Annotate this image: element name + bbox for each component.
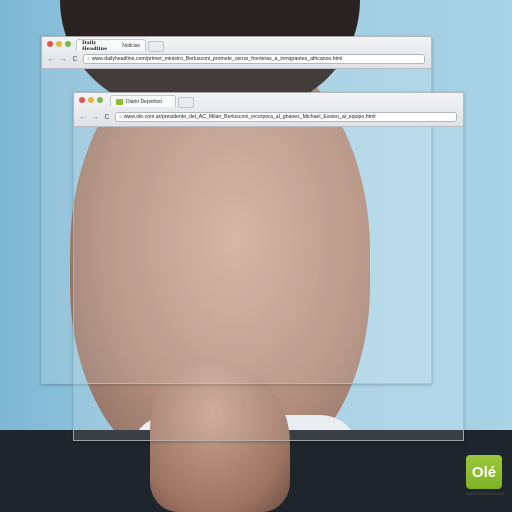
tab-strip: Daily Headline Noticias <box>42 37 431 52</box>
reload-icon[interactable]: C <box>71 56 79 63</box>
tab-diario-deportivo[interactable]: Diario Deportivo <box>110 95 176 107</box>
ole-logo: Olé <box>466 455 502 489</box>
magnifier-icon: ⌕ <box>87 56 90 62</box>
address-bar[interactable]: ⌕ www.ole.com.ar/presidente_del_AC_Milan… <box>115 112 457 122</box>
close-window-button[interactable] <box>47 41 53 47</box>
back-arrow-icon[interactable]: ← <box>79 114 87 121</box>
ole-favicon-icon <box>116 98 123 105</box>
browser-chrome: Diario Deportivo ← → C ⌕ www.ole.com.ar/… <box>74 93 463 127</box>
tab-label: Diario Deportivo <box>126 98 162 105</box>
address-bar[interactable]: ⌕ www.dailyheadline.com/primer_ministro_… <box>83 54 425 64</box>
url-text: www.dailyheadline.com/primer_ministro_Be… <box>91 56 343 62</box>
browser-window-front[interactable]: Diario Deportivo ← → C ⌕ www.ole.com.ar/… <box>73 92 464 441</box>
url-text: www.ole.com.ar/presidente_del_AC_Milan_B… <box>123 114 376 120</box>
reload-icon[interactable]: C <box>103 114 111 121</box>
zoom-window-button[interactable] <box>65 41 71 47</box>
forward-arrow-icon[interactable]: → <box>59 56 67 63</box>
forward-arrow-icon[interactable]: → <box>91 114 99 121</box>
window-controls <box>47 41 71 47</box>
zoom-window-button[interactable] <box>97 97 103 103</box>
magnifier-icon: ⌕ <box>119 114 122 120</box>
masthead-logo: Daily Headline <box>82 39 108 52</box>
browser-chrome: Daily Headline Noticias ← → C ⌕ www.dail… <box>42 37 431 69</box>
window-controls <box>79 97 103 103</box>
tab-noticias[interactable]: Daily Headline Noticias <box>76 39 146 52</box>
browser-toolbar: ← → C ⌕ www.dailyheadline.com/primer_min… <box>42 51 431 67</box>
ole-tagline: DIARIO DEPORTIVO OLÉ <box>466 492 504 496</box>
close-window-button[interactable] <box>79 97 85 103</box>
back-arrow-icon[interactable]: ← <box>47 56 55 63</box>
tab-strip: Diario Deportivo <box>74 93 463 108</box>
new-tab-button[interactable] <box>178 97 194 108</box>
minimize-window-button[interactable] <box>88 97 94 103</box>
minimize-window-button[interactable] <box>56 41 62 47</box>
tab-label: Noticias <box>122 42 140 49</box>
browser-toolbar: ← → C ⌕ www.ole.com.ar/presidente_del_AC… <box>74 109 463 125</box>
